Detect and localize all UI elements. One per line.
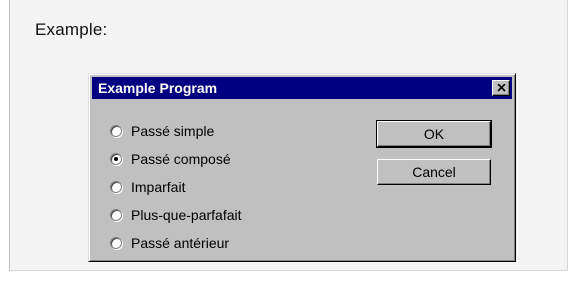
radio-option-plus-que-parfait[interactable]: Plus-que-parfafait [110, 201, 242, 229]
radio-button[interactable] [110, 181, 122, 193]
tense-radio-group: Passé simple Passé composé Imparfait Plu… [110, 117, 242, 257]
radio-button[interactable] [110, 125, 122, 137]
radio-option-passe-anterieur[interactable]: Passé antérieur [110, 229, 242, 257]
radio-button[interactable] [110, 209, 122, 221]
radio-label: Imparfait [131, 179, 186, 195]
ok-button[interactable]: OK [376, 120, 492, 148]
close-button[interactable] [492, 80, 510, 96]
radio-button[interactable] [110, 153, 122, 165]
radio-selected-dot [114, 157, 118, 161]
radio-label: Plus-que-parfafait [131, 207, 242, 223]
dialog-titlebar[interactable]: Example Program [92, 77, 512, 99]
example-heading: Example: [35, 20, 108, 39]
radio-label: Passé composé [131, 151, 231, 167]
close-icon [496, 84, 506, 92]
radio-label: Passé simple [131, 123, 215, 139]
radio-option-imparfait[interactable]: Imparfait [110, 173, 242, 201]
radio-option-passe-simple[interactable]: Passé simple [110, 117, 242, 145]
dialog-title: Example Program [98, 80, 218, 96]
radio-button[interactable] [110, 237, 122, 249]
example-frame: Example: Example Program Passé simple Pa… [9, 0, 568, 271]
radio-option-passe-compose[interactable]: Passé composé [110, 145, 242, 173]
radio-label: Passé antérieur [131, 235, 230, 251]
cancel-button[interactable]: Cancel [377, 159, 491, 185]
example-program-dialog: Example Program Passé simple Passé compo… [88, 73, 516, 262]
